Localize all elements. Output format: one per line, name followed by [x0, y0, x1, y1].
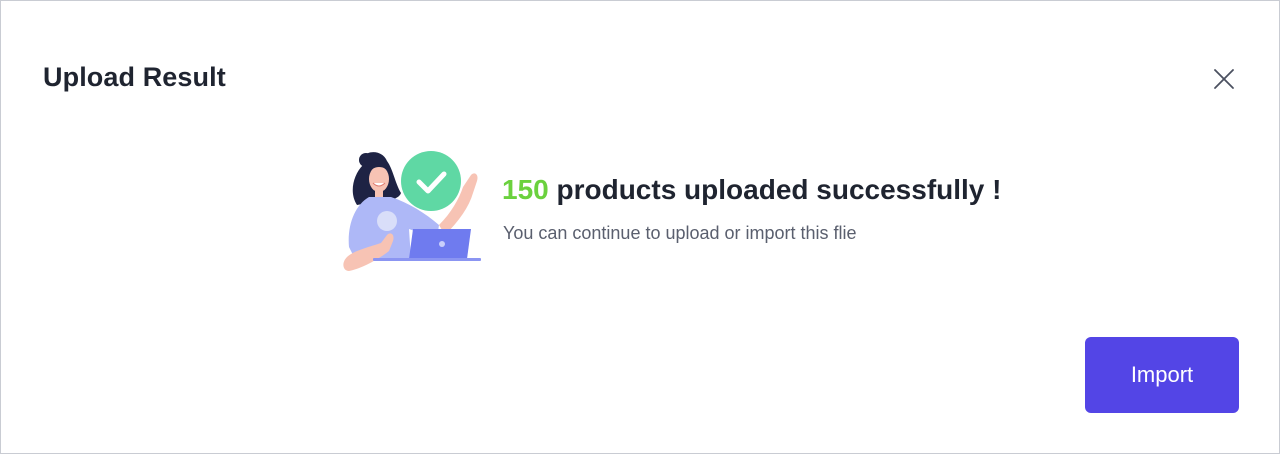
close-icon[interactable] [1210, 65, 1238, 93]
import-button[interactable]: Import [1085, 337, 1239, 413]
headline-text: products uploaded successfully ! [556, 174, 1002, 205]
dialog-title: Upload Result [43, 62, 226, 92]
check-circle-icon [401, 151, 461, 211]
upload-result-dialog: Upload Result 150 products uploaded succ… [0, 0, 1280, 454]
upload-success-headline: 150 products uploaded successfully ! [502, 174, 1001, 206]
upload-subtext: You can continue to upload or import thi… [503, 223, 857, 243]
uploaded-count: 150 [502, 174, 549, 205]
success-illustration [339, 147, 485, 275]
